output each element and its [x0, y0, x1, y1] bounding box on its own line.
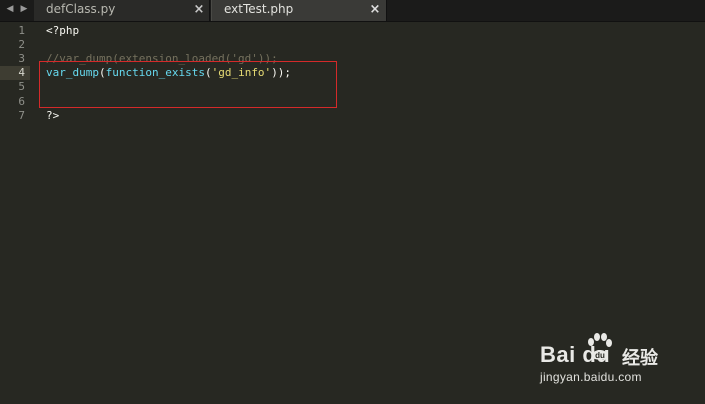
code-text: ?> — [46, 109, 59, 123]
watermark-url: jingyan.baidu.com — [540, 370, 642, 384]
tab-label: extTest.php — [224, 2, 294, 16]
code-line[interactable]: 1 <?php — [0, 24, 705, 38]
code-line[interactable]: 2 — [0, 38, 705, 52]
baidu-jingyan-watermark: Bai du du 经验 jingyan.baidu.com — [540, 328, 700, 388]
baidu-paw-icon: du — [588, 333, 612, 360]
svg-text:du: du — [595, 351, 605, 360]
line-number: 2 — [18, 38, 25, 52]
line-number: 6 — [18, 94, 25, 108]
tab-scroll-right-icon[interactable]: ▶ — [16, 0, 32, 21]
code-line[interactable]: 7 ?> — [0, 109, 705, 123]
tab-defclass-py[interactable]: defClass.py × — [34, 0, 210, 21]
tab-label: defClass.py — [46, 2, 116, 16]
code-text: <?php — [46, 24, 79, 38]
tab-exttest-php[interactable]: extTest.php × — [211, 0, 387, 21]
code-token-plain: ?> — [46, 108, 60, 122]
highlight-box — [39, 61, 337, 108]
line-number: 7 — [18, 108, 25, 122]
line-number: 1 — [18, 24, 25, 37]
line-number: 5 — [18, 80, 25, 94]
close-icon[interactable]: × — [192, 0, 206, 19]
tab-bar: ◀ ▶ defClass.py × extTest.php × — [0, 0, 705, 22]
code-token-plain: <?php — [46, 24, 80, 37]
line-number: 4 — [18, 66, 25, 80]
watermark-cn-text: 经验 — [622, 348, 658, 369]
close-icon[interactable]: × — [368, 0, 382, 19]
line-number: 3 — [18, 52, 25, 66]
